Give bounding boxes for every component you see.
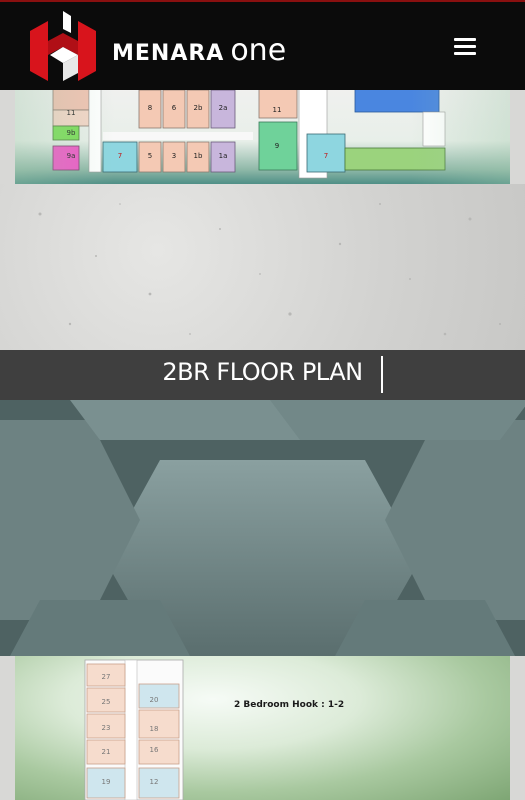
- hamburger-menu-button[interactable]: [454, 38, 476, 56]
- unit-label: 16: [150, 746, 159, 754]
- plan-caption: 2 Bedroom Hook : 1-2: [234, 700, 345, 710]
- typical-floor-plan-image: 11 8 6 2b 2a 9b 9a 7 5 3 1b 1a 11 9 7: [15, 88, 510, 184]
- brand-suffix: one: [230, 33, 287, 68]
- brand-wordmark: MENARA one: [112, 33, 286, 68]
- unit-label: 27: [102, 673, 111, 681]
- hexagon-concrete-background: [0, 400, 525, 656]
- unit-label: 20: [150, 696, 159, 704]
- unit-label: 21: [102, 748, 111, 756]
- menara-one-logo[interactable]: MENARA one: [30, 11, 290, 83]
- section-title-bar: 2BR FLOOR PLAN: [0, 350, 525, 400]
- title-divider: [381, 356, 383, 393]
- unit-label: 19: [102, 778, 111, 786]
- hamburger-icon: [454, 38, 476, 41]
- unit-label: 23: [102, 724, 111, 732]
- 2br-floor-plan-image: 27 25 23 21 19 20 18 16 12 2 Bedroom Hoo…: [15, 656, 510, 800]
- 2br-plan-drawing: 27 25 23 21 19 20 18 16 12: [84, 659, 184, 800]
- unit-label: 12: [150, 778, 159, 786]
- unit-label: 25: [102, 698, 111, 706]
- brand-name: MENARA: [112, 41, 225, 66]
- logo-mark-icon: [30, 11, 96, 81]
- concrete-texture-background: [0, 184, 525, 350]
- site-header: MENARA one: [0, 0, 525, 90]
- section-title: 2BR FLOOR PLAN: [162, 358, 363, 386]
- unit-label: 18: [150, 725, 159, 733]
